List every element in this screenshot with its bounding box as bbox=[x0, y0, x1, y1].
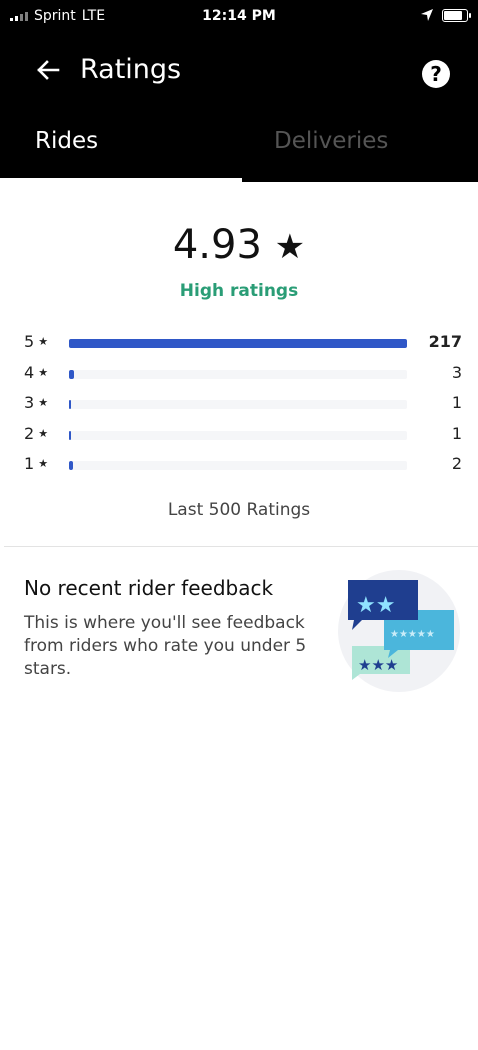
location-arrow-icon bbox=[421, 9, 433, 21]
help-icon[interactable]: ? bbox=[422, 60, 450, 88]
selected-tab-indicator bbox=[0, 178, 242, 182]
rating-bar-fill bbox=[69, 461, 73, 470]
tab-deliveries[interactable]: Deliveries bbox=[274, 128, 388, 154]
rating-bar-track bbox=[69, 461, 407, 470]
rating-bar-track bbox=[69, 400, 407, 409]
status-time: 12:14 PM bbox=[202, 8, 276, 24]
rating-row: 3 ★ 1 bbox=[24, 391, 462, 422]
star-icon: ★ bbox=[274, 227, 306, 267]
page-title: Ratings bbox=[80, 54, 182, 85]
rating-bar-track bbox=[69, 430, 407, 440]
rating-bar-track bbox=[69, 369, 407, 379]
rating-bar-track bbox=[69, 339, 407, 348]
rating-count: 3 bbox=[451, 362, 462, 382]
rating-row: 5 ★ 217 bbox=[24, 330, 462, 361]
rating-row-label: 4 ★ bbox=[24, 363, 48, 382]
rating-bar-fill bbox=[69, 339, 407, 348]
rating-level-label: High ratings bbox=[179, 281, 299, 301]
small-star-icon: ★ bbox=[38, 335, 49, 348]
feedback-title: No recent rider feedback bbox=[24, 576, 274, 600]
battery-icon bbox=[442, 8, 471, 22]
rating-row: 4 ★ 3 bbox=[24, 361, 462, 392]
tab-rides[interactable]: Rides bbox=[35, 128, 98, 154]
small-star-icon: ★ bbox=[38, 396, 49, 409]
ratings-sample-note: Last 500 Ratings bbox=[167, 500, 311, 520]
small-star-icon: ★ bbox=[38, 365, 49, 379]
rating-count: 1 bbox=[451, 393, 462, 412]
rating-bar-fill bbox=[69, 369, 74, 379]
rating-row-label: 3 ★ bbox=[24, 393, 48, 412]
section-divider bbox=[4, 546, 478, 547]
ratings-header: Ratings ? Rides Deliveries bbox=[0, 34, 478, 182]
svg-text:★★★★★: ★★★★★ bbox=[390, 629, 435, 640]
star-level: 1 bbox=[24, 454, 35, 473]
rating-count: 1 bbox=[451, 423, 462, 443]
status-bar: Sprint LTE 12:14 PM bbox=[0, 0, 478, 34]
average-rating: 4.93 ★ bbox=[0, 222, 478, 268]
rating-row-label: 2 ★ bbox=[24, 424, 48, 443]
rating-row-label: 5 ★ bbox=[24, 332, 48, 351]
rating-score: 4.93 bbox=[172, 222, 262, 268]
rating-count: 217 bbox=[428, 332, 462, 351]
rating-row: 1 ★ 2 bbox=[24, 452, 462, 483]
rating-count: 2 bbox=[451, 454, 462, 473]
back-arrow-icon[interactable] bbox=[34, 56, 62, 84]
small-star-icon: ★ bbox=[38, 426, 49, 440]
star-level: 2 bbox=[24, 423, 35, 443]
feedback-description: This is where you'll see feedback from r… bbox=[24, 613, 307, 679]
rating-bar-fill bbox=[69, 400, 71, 409]
rating-row: 2 ★ 1 bbox=[24, 422, 462, 453]
feedback-illustration-icon: ★★★ ★★★★★ ★★ bbox=[338, 570, 460, 692]
rating-bar-fill bbox=[69, 430, 71, 440]
rating-distribution: 5 ★ 217 4 ★ 3 3 ★ 1 2 ★ 1 1 ★ 2 bbox=[24, 330, 462, 483]
svg-text:★★★: ★★★ bbox=[358, 656, 398, 674]
star-level: 3 bbox=[24, 393, 35, 412]
status-icons bbox=[420, 8, 471, 22]
svg-text:★★: ★★ bbox=[356, 593, 395, 618]
rating-row-label: 1 ★ bbox=[24, 454, 48, 473]
small-star-icon: ★ bbox=[38, 457, 49, 470]
star-level: 4 bbox=[24, 362, 35, 382]
star-level: 5 bbox=[24, 332, 35, 351]
